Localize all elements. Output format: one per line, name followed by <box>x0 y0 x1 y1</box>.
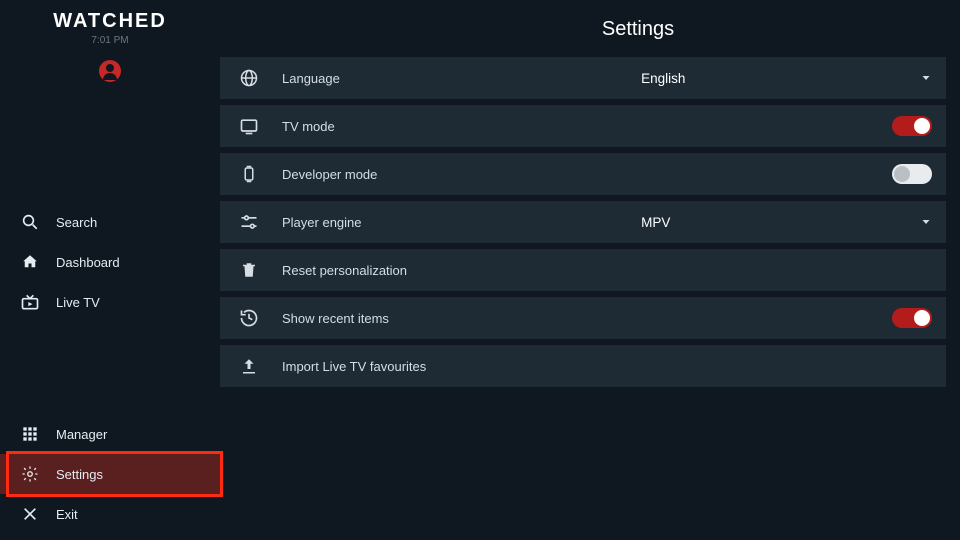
sidebar-item-label: Exit <box>56 507 78 522</box>
row-label: Show recent items <box>282 311 389 326</box>
row-label: Developer mode <box>282 167 377 182</box>
sidebar-item-label: Settings <box>56 467 103 482</box>
chevron-down-icon <box>920 72 932 84</box>
brand-time: 7:01 PM <box>0 35 220 46</box>
row-label: Player engine <box>282 215 362 230</box>
row-show-recent[interactable]: Show recent items <box>220 297 946 339</box>
main: Settings Language English TV mode Develo… <box>220 0 960 540</box>
row-label: Import Live TV favourites <box>282 359 426 374</box>
trash-icon <box>238 259 260 281</box>
developer-icon <box>238 163 260 185</box>
sidebar-item-live-tv[interactable]: Live TV <box>0 282 220 322</box>
sidebar-item-settings[interactable]: Settings <box>0 454 220 494</box>
home-icon <box>20 252 40 272</box>
globe-icon <box>238 67 260 89</box>
tune-icon <box>238 211 260 233</box>
sidebar-item-label: Search <box>56 215 97 230</box>
row-value: English <box>641 71 685 86</box>
toggle-show-recent[interactable] <box>892 308 932 328</box>
row-label: Reset personalization <box>282 263 407 278</box>
history-icon <box>238 307 260 329</box>
sidebar-item-exit[interactable]: Exit <box>0 494 220 534</box>
close-icon <box>20 504 40 524</box>
sidebar-item-label: Live TV <box>56 295 100 310</box>
row-reset-personalization[interactable]: Reset personalization <box>220 249 946 291</box>
row-language[interactable]: Language English <box>220 57 946 99</box>
nav-top: Search Dashboard Live TV <box>0 202 220 322</box>
grid-icon <box>20 424 40 444</box>
row-label: Language <box>282 71 340 86</box>
toggle-developer-mode[interactable] <box>892 164 932 184</box>
tv-icon <box>20 292 40 312</box>
row-developer-mode[interactable]: Developer mode <box>220 153 946 195</box>
sidebar-item-dashboard[interactable]: Dashboard <box>0 242 220 282</box>
row-label: TV mode <box>282 119 335 134</box>
brand: WATCHED 7:01 PM <box>0 10 220 82</box>
sidebar-item-label: Manager <box>56 427 107 442</box>
row-tv-mode[interactable]: TV mode <box>220 105 946 147</box>
sidebar-item-search[interactable]: Search <box>0 202 220 242</box>
nav-bottom: Manager Settings Exit <box>0 414 220 534</box>
avatar-icon[interactable] <box>99 60 121 82</box>
row-player-engine[interactable]: Player engine MPV <box>220 201 946 243</box>
brand-name: WATCHED <box>0 10 220 33</box>
row-import-favourites[interactable]: Import Live TV favourites <box>220 345 946 387</box>
page-title: Settings <box>330 18 946 41</box>
upload-icon <box>238 355 260 377</box>
sidebar-item-label: Dashboard <box>56 255 120 270</box>
monitor-icon <box>238 115 260 137</box>
sidebar: WATCHED 7:01 PM Search Dashboard <box>0 0 220 540</box>
sidebar-item-manager[interactable]: Manager <box>0 414 220 454</box>
row-value: MPV <box>641 215 670 230</box>
gear-icon <box>20 464 40 484</box>
chevron-down-icon <box>920 216 932 228</box>
search-icon <box>20 212 40 232</box>
toggle-tv-mode[interactable] <box>892 116 932 136</box>
